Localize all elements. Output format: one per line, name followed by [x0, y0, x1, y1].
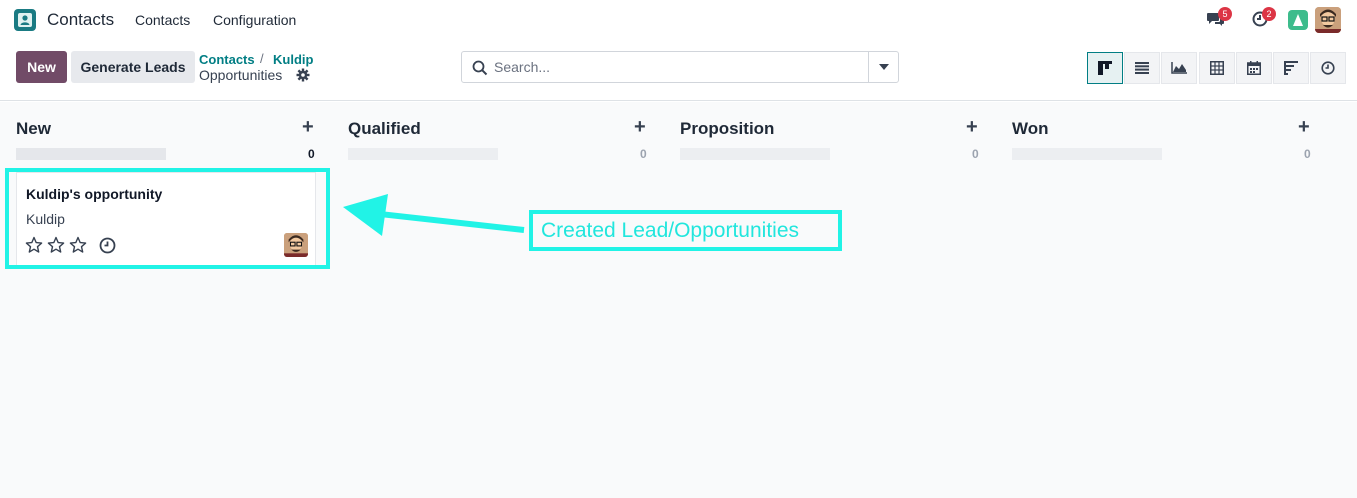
view-calendar-button[interactable]	[1236, 52, 1272, 84]
column-add-button-new[interactable]: +	[302, 116, 314, 139]
odoo-bot-button[interactable]	[1288, 10, 1308, 30]
calendar-icon	[1247, 61, 1261, 75]
column-progress-bar[interactable]	[348, 148, 498, 160]
view-activity-button[interactable]	[1310, 52, 1346, 84]
search-bar	[461, 51, 899, 83]
activities-button[interactable]: 2	[1249, 7, 1276, 30]
annotation-label: Created Lead/Opportunities	[541, 219, 799, 242]
column-title-proposition[interactable]: Proposition	[680, 119, 774, 139]
cohort-icon	[1284, 61, 1298, 75]
view-cohort-button[interactable]	[1273, 52, 1309, 84]
breadcrumb-contacts[interactable]: Contacts	[199, 52, 255, 67]
clock-icon	[1321, 61, 1335, 75]
caret-down-icon	[878, 64, 889, 70]
column-progress-bar[interactable]	[16, 148, 166, 160]
messages-badge: 5	[1218, 7, 1232, 21]
column-count: 0	[640, 147, 647, 161]
menu-configuration[interactable]: Configuration	[213, 12, 296, 28]
column-add-button-proposition[interactable]: +	[966, 116, 978, 139]
new-button[interactable]: New	[16, 51, 67, 83]
generate-leads-button[interactable]: Generate Leads	[71, 51, 195, 83]
view-pivot-button[interactable]	[1199, 52, 1235, 84]
activities-badge: 2	[1262, 7, 1276, 21]
app-name[interactable]: Contacts	[47, 10, 114, 30]
triangle-icon	[1293, 14, 1303, 26]
list-icon	[1135, 62, 1149, 74]
view-kanban-button[interactable]	[1087, 52, 1123, 84]
breadcrumb-separator: /	[260, 51, 264, 66]
menu-contacts[interactable]: Contacts	[135, 12, 190, 28]
view-list-button[interactable]	[1124, 52, 1160, 84]
kanban-icon	[1098, 61, 1112, 75]
column-count: 0	[308, 147, 315, 161]
contacts-app-icon[interactable]	[14, 9, 36, 31]
column-progress-bar[interactable]	[1012, 148, 1162, 160]
search-input[interactable]	[494, 52, 864, 82]
search-options-toggle[interactable]	[868, 52, 898, 82]
breadcrumb-current: Opportunities	[199, 67, 283, 83]
column-progress-bar[interactable]	[680, 148, 830, 160]
top-navbar: Contacts Contacts Configuration 5 2	[0, 0, 1357, 40]
column-add-button-won[interactable]: +	[1298, 116, 1310, 139]
view-graph-button[interactable]	[1161, 52, 1197, 84]
control-panel: New Generate Leads Contacts / Kuldip Opp…	[0, 40, 1357, 101]
table-icon	[1210, 61, 1224, 75]
user-avatar[interactable]	[1315, 7, 1341, 33]
highlight-card-frame	[5, 168, 330, 269]
column-add-button-qualified[interactable]: +	[634, 116, 646, 139]
area-chart-icon	[1171, 62, 1187, 74]
column-title-new[interactable]: New	[16, 119, 51, 139]
breadcrumb-kuldip[interactable]: Kuldip	[273, 52, 313, 67]
column-title-qualified[interactable]: Qualified	[348, 119, 421, 139]
search-icon	[472, 60, 488, 76]
column-title-won[interactable]: Won	[1012, 119, 1049, 139]
annotation-arrow-icon	[343, 194, 525, 236]
column-count: 0	[972, 147, 979, 161]
kanban-board: New + 0 Qualified + 0 Proposition + 0 Wo…	[0, 102, 1357, 498]
messages-button[interactable]: 5	[1205, 7, 1232, 30]
gear-icon[interactable]	[296, 68, 310, 82]
user-avatar-image	[1315, 7, 1341, 33]
column-count: 0	[1304, 147, 1311, 161]
